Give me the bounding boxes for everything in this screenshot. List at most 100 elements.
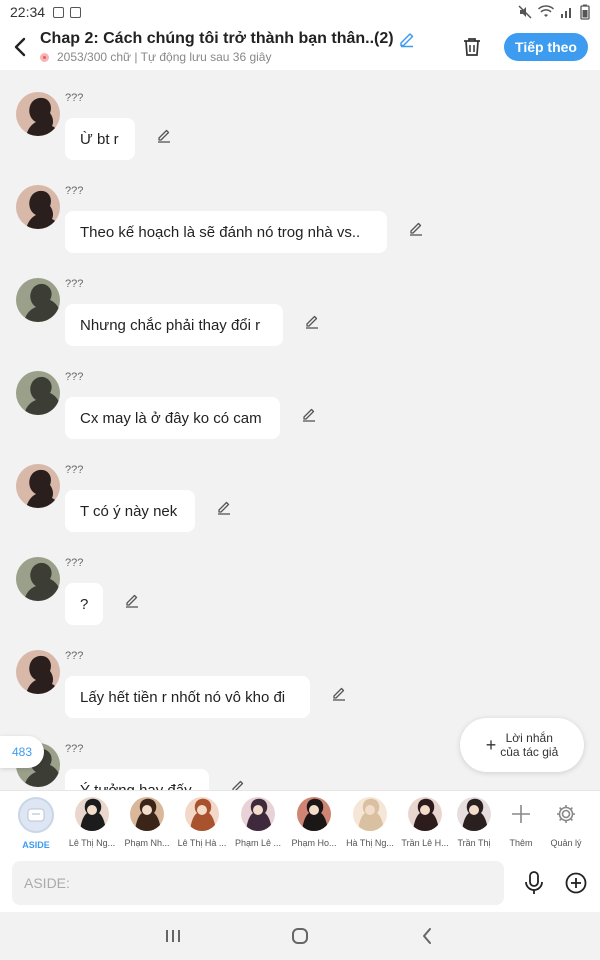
- gear-icon: [549, 797, 583, 831]
- back-button[interactable]: [0, 24, 40, 70]
- char-ha-thi-ng-tab[interactable]: Hà Thị Ng...: [342, 797, 398, 848]
- message-bubble[interactable]: Ừ bt r: [65, 118, 135, 160]
- edit-message-icon[interactable]: [215, 498, 233, 516]
- message-bubble[interactable]: Ý tưởng hay đấy: [65, 769, 209, 790]
- recent-apps-icon: [166, 930, 181, 942]
- chapter-title[interactable]: Chap 2: Cách chúng tôi trở thành bạn thâ…: [40, 30, 394, 48]
- recent-apps-button[interactable]: [153, 916, 193, 956]
- aside-icon: [18, 797, 54, 833]
- author-note-label-line1: Lời nhắn: [505, 731, 553, 745]
- manage-characters-button[interactable]: Quản lý: [538, 797, 594, 848]
- message-bubble[interactable]: Theo kế hoạch là sẽ đánh nó trog nhà vs.…: [65, 211, 387, 253]
- speaker-avatar[interactable]: [16, 464, 60, 508]
- char-pham-nh-tab[interactable]: Phạm Nh...: [119, 797, 175, 848]
- character-bar: ASIDE Lê Thị Ng... Phạm Nh... Lê Thị Hà ...…: [0, 790, 600, 854]
- chevron-left-icon: [14, 37, 26, 57]
- message-bubble[interactable]: Cx may là ở đây ko có cam: [65, 397, 280, 439]
- message-bubble[interactable]: ?: [65, 583, 103, 625]
- input-bar: [0, 854, 600, 912]
- character-avatar: [75, 797, 109, 831]
- speaker-avatar[interactable]: [16, 92, 60, 136]
- word-count-badge[interactable]: 483: [0, 736, 44, 768]
- trash-icon: [464, 38, 480, 56]
- char-pham-le-tab[interactable]: Phạm Lê ...: [230, 797, 286, 848]
- status-time: 22:34: [10, 4, 46, 20]
- message-bubble[interactable]: Nhưng chắc phải thay đổi r: [65, 304, 283, 346]
- author-note-label-line2: của tác giả: [500, 745, 559, 759]
- character-avatar: [241, 797, 275, 831]
- char-pham-ho-tab[interactable]: Phạm Ho...: [286, 797, 342, 848]
- home-icon: [291, 928, 308, 944]
- char-tran-le-h-tab[interactable]: Trần Lê H...: [397, 797, 453, 848]
- character-label: Trần Lê H...: [401, 838, 449, 848]
- speaker-avatar[interactable]: [16, 185, 60, 229]
- message-bubble[interactable]: Lấy hết tiền r nhốt nó vô kho đi: [65, 676, 310, 718]
- message-bubble[interactable]: T có ý này nek: [65, 490, 195, 532]
- status-bar: 22:34: [0, 0, 600, 24]
- aside-input[interactable]: [12, 861, 504, 905]
- character-label: Phạm Lê ...: [234, 838, 282, 848]
- speaker-name: ???: [65, 557, 84, 569]
- char-le-thi-ng-tab[interactable]: Lê Thị Ng...: [64, 797, 120, 848]
- character-label: Lê Thị Ng...: [68, 838, 116, 848]
- signal-icon: [561, 8, 571, 18]
- add-button[interactable]: [564, 871, 588, 895]
- speaker-name: ???: [65, 185, 84, 197]
- home-button[interactable]: [280, 916, 320, 956]
- delete-button[interactable]: [454, 29, 490, 65]
- character-avatar: [185, 797, 219, 831]
- speaker-avatar[interactable]: [16, 371, 60, 415]
- app-notification-icon: [70, 6, 82, 18]
- message-item: ??? Theo kế hoạch là sẽ đánh nó trog nhà …: [0, 173, 600, 253]
- character-label: Lê Thị Hà ...: [177, 838, 227, 848]
- mute-icon: [518, 5, 532, 19]
- battery-icon: [580, 4, 590, 20]
- character-avatar: [353, 797, 387, 831]
- character-label: Phạm Nh...: [124, 838, 170, 848]
- edit-message-icon[interactable]: [303, 312, 321, 330]
- edit-message-icon[interactable]: [123, 591, 141, 609]
- gallery-notification-icon: [53, 6, 65, 18]
- char-le-thi-ha-tab[interactable]: Lê Thị Hà ...: [174, 797, 230, 848]
- message-item: ??? Ừ bt r: [0, 80, 600, 160]
- edit-title-icon[interactable]: [398, 30, 416, 48]
- message-item: ??? Lấy hết tiền r nhốt nó vô kho đi: [0, 638, 600, 718]
- back-nav-button[interactable]: [407, 916, 447, 956]
- edit-message-icon[interactable]: [407, 219, 425, 237]
- speaker-name: ???: [65, 92, 84, 104]
- edit-message-icon[interactable]: [330, 684, 348, 702]
- message-item: ????: [0, 545, 600, 625]
- speaker-avatar[interactable]: [16, 557, 60, 601]
- editor-header: Chap 2: Cách chúng tôi trở thành bạn thâ…: [0, 24, 600, 70]
- message-item: ??? T có ý này nek: [0, 452, 600, 532]
- dialogue-list: ??? Ừ bt r??? Theo kế hoạch là sẽ đánh nó …: [0, 70, 600, 790]
- microphone-icon: [525, 871, 543, 894]
- message-item: ??? Cx may là ở đây ko có cam: [0, 359, 600, 439]
- character-avatar: [297, 797, 331, 831]
- character-label: Hà Thị Ng...: [346, 838, 394, 848]
- autosave-status-icon: [40, 52, 49, 62]
- next-button[interactable]: Tiếp theo: [504, 33, 588, 61]
- speaker-name: ???: [65, 371, 84, 383]
- speaker-avatar[interactable]: [16, 278, 60, 322]
- back-nav-icon: [422, 928, 431, 944]
- edit-message-icon[interactable]: [300, 405, 318, 423]
- character-label: ASIDE: [22, 840, 50, 850]
- edit-message-icon[interactable]: [155, 126, 173, 144]
- chapter-title-block: Chap 2: Cách chúng tôi trở thành bạn thâ…: [40, 30, 454, 64]
- wifi-icon: [538, 5, 554, 17]
- speaker-avatar[interactable]: [16, 650, 60, 694]
- microphone-button[interactable]: [522, 869, 546, 897]
- plus-icon: +: [485, 735, 497, 755]
- system-nav-bar: [0, 912, 600, 960]
- character-label: Quản lý: [550, 838, 582, 848]
- add-circle-icon: [565, 872, 587, 894]
- character-avatar: [130, 797, 164, 831]
- speaker-name: ???: [65, 278, 84, 290]
- author-note-button[interactable]: + Lời nhắn của tác giả: [460, 718, 584, 772]
- edit-message-icon[interactable]: [229, 777, 247, 790]
- message-item: ??? Nhưng chắc phải thay đổi r: [0, 266, 600, 346]
- character-label: Phạm Ho...: [291, 838, 337, 848]
- plus-icon: [504, 797, 538, 831]
- aside-tab[interactable]: ASIDE: [8, 797, 64, 850]
